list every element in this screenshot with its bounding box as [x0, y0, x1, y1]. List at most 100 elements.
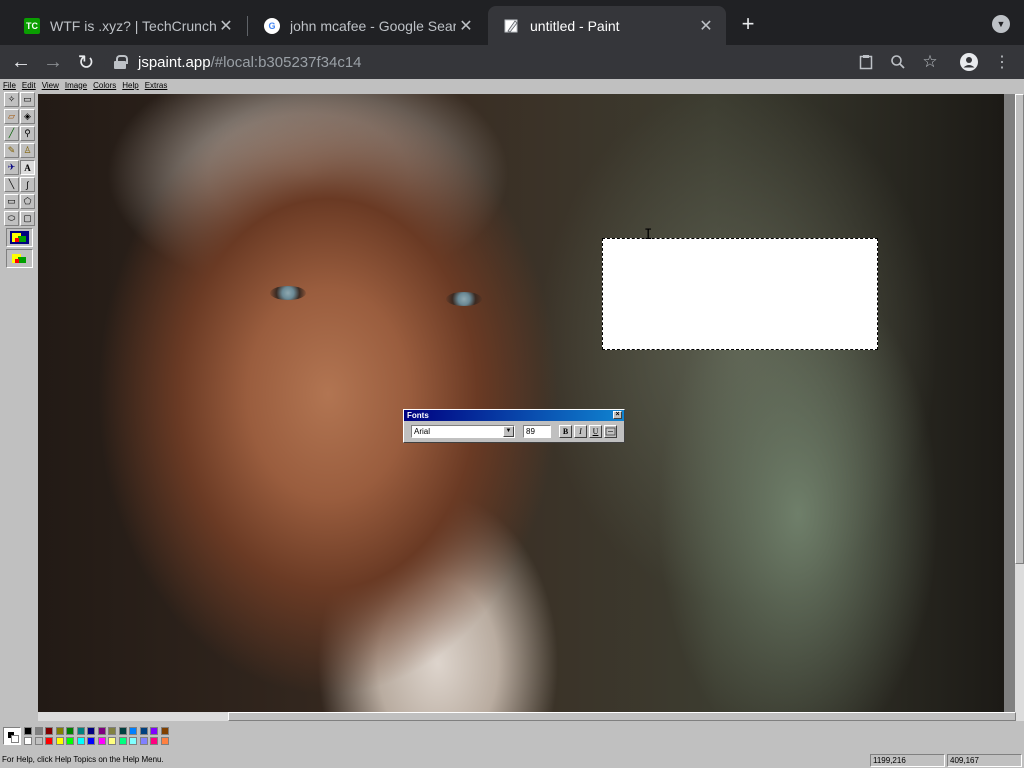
address-bar[interactable]: jspaint.app/#local:b305237f34c14: [104, 48, 842, 76]
close-icon[interactable]: ✕: [456, 16, 476, 36]
horizontal-scroll-thumb[interactable]: [228, 712, 1016, 721]
fonts-window[interactable]: Fonts × Arial ▼ 89 B I U: [403, 409, 625, 443]
url-path: /#local:b305237f34c14: [210, 53, 362, 71]
font-family-value: Arial: [414, 427, 431, 436]
menu-colors[interactable]: Colors: [93, 81, 116, 90]
close-icon[interactable]: ✕: [216, 16, 236, 36]
zoom-icon[interactable]: [888, 52, 908, 72]
palette-swatch[interactable]: [118, 727, 127, 735]
close-icon[interactable]: ✕: [696, 16, 716, 36]
palette-swatch[interactable]: [150, 737, 158, 745]
palette-swatch[interactable]: [160, 737, 169, 745]
palette-swatch[interactable]: [118, 737, 127, 745]
tab-search-icon[interactable]: ▼: [992, 15, 1010, 33]
palette-swatch[interactable]: [76, 737, 85, 745]
palette-swatch[interactable]: [139, 737, 148, 745]
tab-google-search[interactable]: G john mcafee - Google Search ✕: [248, 6, 486, 45]
palette-swatch[interactable]: [97, 727, 106, 735]
text-tool-icon[interactable]: A: [20, 160, 35, 175]
palette-swatch[interactable]: [97, 737, 106, 745]
airbrush-icon[interactable]: ✈: [4, 160, 19, 175]
palette-swatch[interactable]: [129, 727, 137, 735]
free-form-select-icon[interactable]: ✧: [4, 92, 19, 107]
brush-icon[interactable]: ♙: [20, 143, 35, 158]
palette-swatch[interactable]: [108, 737, 116, 745]
palette-swatch[interactable]: [34, 727, 43, 735]
bold-button[interactable]: B: [559, 425, 572, 438]
pencil-icon[interactable]: ✎: [4, 143, 19, 158]
back-icon[interactable]: ←: [9, 50, 33, 74]
vertical-text-icon[interactable]: [604, 425, 617, 438]
palette-swatch[interactable]: [150, 727, 158, 735]
palette-swatch[interactable]: [87, 727, 95, 735]
palette-swatch[interactable]: [66, 737, 74, 745]
palette-swatch[interactable]: [66, 727, 74, 735]
paint-icon: [504, 18, 520, 34]
polygon-icon[interactable]: ⬠: [20, 194, 35, 209]
font-family-select[interactable]: Arial ▼: [411, 425, 515, 438]
current-colors[interactable]: [3, 727, 21, 745]
italic-button[interactable]: I: [574, 425, 587, 438]
rectangle-icon[interactable]: ▭: [4, 194, 19, 209]
curve-icon[interactable]: ∫: [20, 177, 35, 192]
text-transparent-option-icon[interactable]: [6, 249, 33, 268]
rounded-rectangle-icon[interactable]: ▢: [20, 211, 35, 226]
palette-swatch[interactable]: [45, 727, 53, 735]
close-icon[interactable]: ×: [613, 411, 622, 419]
menu-file[interactable]: File: [3, 81, 16, 90]
text-input-box[interactable]: [602, 238, 878, 350]
palette-swatch[interactable]: [55, 727, 64, 735]
vertical-scroll-thumb[interactable]: [1015, 94, 1024, 564]
tab-paint[interactable]: untitled - Paint ✕: [488, 6, 726, 45]
palette-swatch[interactable]: [76, 727, 85, 735]
palette-swatch[interactable]: [55, 737, 64, 745]
horizontal-scrollbar[interactable]: [38, 712, 1016, 721]
menu-edit[interactable]: Edit: [22, 81, 36, 90]
palette-swatch[interactable]: [87, 737, 95, 745]
status-size: 409,167: [947, 754, 1022, 767]
palette-swatch[interactable]: [139, 727, 148, 735]
palette-swatch[interactable]: [108, 727, 116, 735]
palette-swatch[interactable]: [24, 737, 32, 745]
menu-view[interactable]: View: [42, 81, 59, 90]
vertical-scrollbar[interactable]: [1015, 94, 1024, 726]
menu-extras[interactable]: Extras: [145, 81, 168, 90]
color-palette: [0, 721, 1024, 751]
underline-button[interactable]: U: [589, 425, 602, 438]
fonts-window-titlebar[interactable]: Fonts ×: [404, 410, 624, 421]
tab-title: john mcafee - Google Search: [290, 17, 456, 34]
tab-strip: TC WTF is .xyz? | TechCrunch ✕ G john mc…: [0, 0, 1024, 45]
fonts-window-title: Fonts: [407, 411, 429, 420]
browser-toolbar: ← → ↻ jspaint.app/#local:b305237f34c14 ☆…: [0, 45, 1024, 79]
palette-swatch[interactable]: [160, 727, 169, 735]
forward-icon[interactable]: →: [41, 50, 65, 74]
eye-left: [270, 286, 306, 300]
more-menu-icon[interactable]: ⋮: [992, 52, 1012, 72]
reload-icon[interactable]: ↻: [74, 50, 98, 74]
background-color: [11, 735, 19, 743]
eraser-icon[interactable]: ▱: [4, 109, 19, 124]
pick-color-icon[interactable]: ╱: [4, 126, 19, 141]
new-tab-icon[interactable]: +: [736, 11, 760, 36]
bookmark-star-icon[interactable]: ☆: [920, 52, 940, 72]
profile-icon[interactable]: [959, 52, 979, 72]
tab-techcrunch[interactable]: TC WTF is .xyz? | TechCrunch ✕: [8, 6, 246, 45]
magnifier-icon[interactable]: ⚲: [20, 126, 35, 141]
palette-swatch[interactable]: [129, 737, 137, 745]
menu-image[interactable]: Image: [65, 81, 87, 90]
palette-swatch[interactable]: [24, 727, 32, 735]
url-host: jspaint.app: [138, 53, 211, 71]
canvas-image[interactable]: [38, 94, 1004, 712]
menu-help[interactable]: Help: [122, 81, 138, 90]
fill-bucket-icon[interactable]: ◈: [20, 109, 35, 124]
font-size-input[interactable]: 89: [523, 425, 551, 438]
text-opaque-option-icon[interactable]: [6, 228, 33, 247]
ellipse-icon[interactable]: ⬭: [4, 211, 19, 226]
line-icon[interactable]: ╲: [4, 177, 19, 192]
palette-swatch[interactable]: [45, 737, 53, 745]
tab-title: untitled - Paint: [530, 17, 620, 34]
palette-swatch[interactable]: [34, 737, 43, 745]
select-icon[interactable]: ▭: [20, 92, 35, 107]
clipboard-icon[interactable]: [856, 52, 876, 72]
chevron-down-icon[interactable]: ▼: [503, 426, 514, 437]
